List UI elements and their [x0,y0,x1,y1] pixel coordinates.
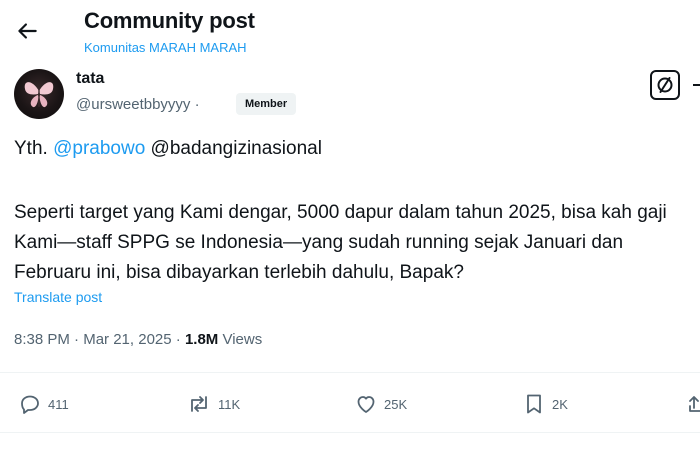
views-label: Views [222,331,263,348]
greeting-text: Yth. [14,138,48,159]
butterfly-avatar [24,82,54,108]
repost-count: 11K [218,396,241,412]
post-time[interactable]: 8:38 PM [14,331,70,348]
bookmark-icon [527,394,541,414]
handle-separator: · [194,96,200,113]
back-arrow-icon[interactable] [14,18,40,44]
bookmark-count: 2K [552,396,568,412]
reply-icon [21,395,39,414]
page-title: Community post [84,8,255,33]
meta-separator: · [74,331,80,348]
divider-bottom [0,432,700,433]
avatar[interactable] [14,69,64,119]
post-body: Seperti target yang Kami dengar, 5000 da… [14,202,667,283]
share-button[interactable] [688,392,700,416]
like-icon [357,396,375,413]
grok-icon [657,77,673,93]
mention-prabowo[interactable]: @prabowo [53,138,145,159]
post-mentions: Yth. @prabowo @badangizinasional [14,138,322,160]
handle-text[interactable]: @ursweetbbyyyy [76,96,190,113]
community-link[interactable]: Komunitas MARAH MARAH [84,40,247,55]
share-icon [689,396,700,412]
bookmark-button[interactable]: 2K [522,392,568,416]
top-bar: Community post Komunitas MARAH MARAH [0,0,700,60]
divider-top [0,372,700,373]
like-count: 25K [384,396,408,412]
author-handle[interactable]: @ursweetbbyyyy · [76,96,200,113]
post-meta: 8:38 PM · Mar 21, 2025 · 1.8M Views [14,331,262,348]
mention-badangizinasional: @badangizinasional [150,138,322,159]
like-button[interactable]: 25K [354,392,407,416]
views-count: 1.8M [184,331,219,348]
meta-separator-2: · [175,331,181,348]
member-badge: Member [236,93,297,115]
author-name[interactable]: tata [76,70,104,88]
grok-button[interactable] [650,70,680,100]
reply-count: 411 [48,396,69,412]
more-options-icon[interactable] [693,84,700,86]
translate-post-link[interactable]: Translate post [14,289,102,305]
reply-button[interactable]: 411 [18,392,69,416]
repost-icon [191,396,207,412]
repost-button[interactable]: 11K [186,392,240,416]
post-date[interactable]: Mar 21, 2025 [83,331,171,348]
